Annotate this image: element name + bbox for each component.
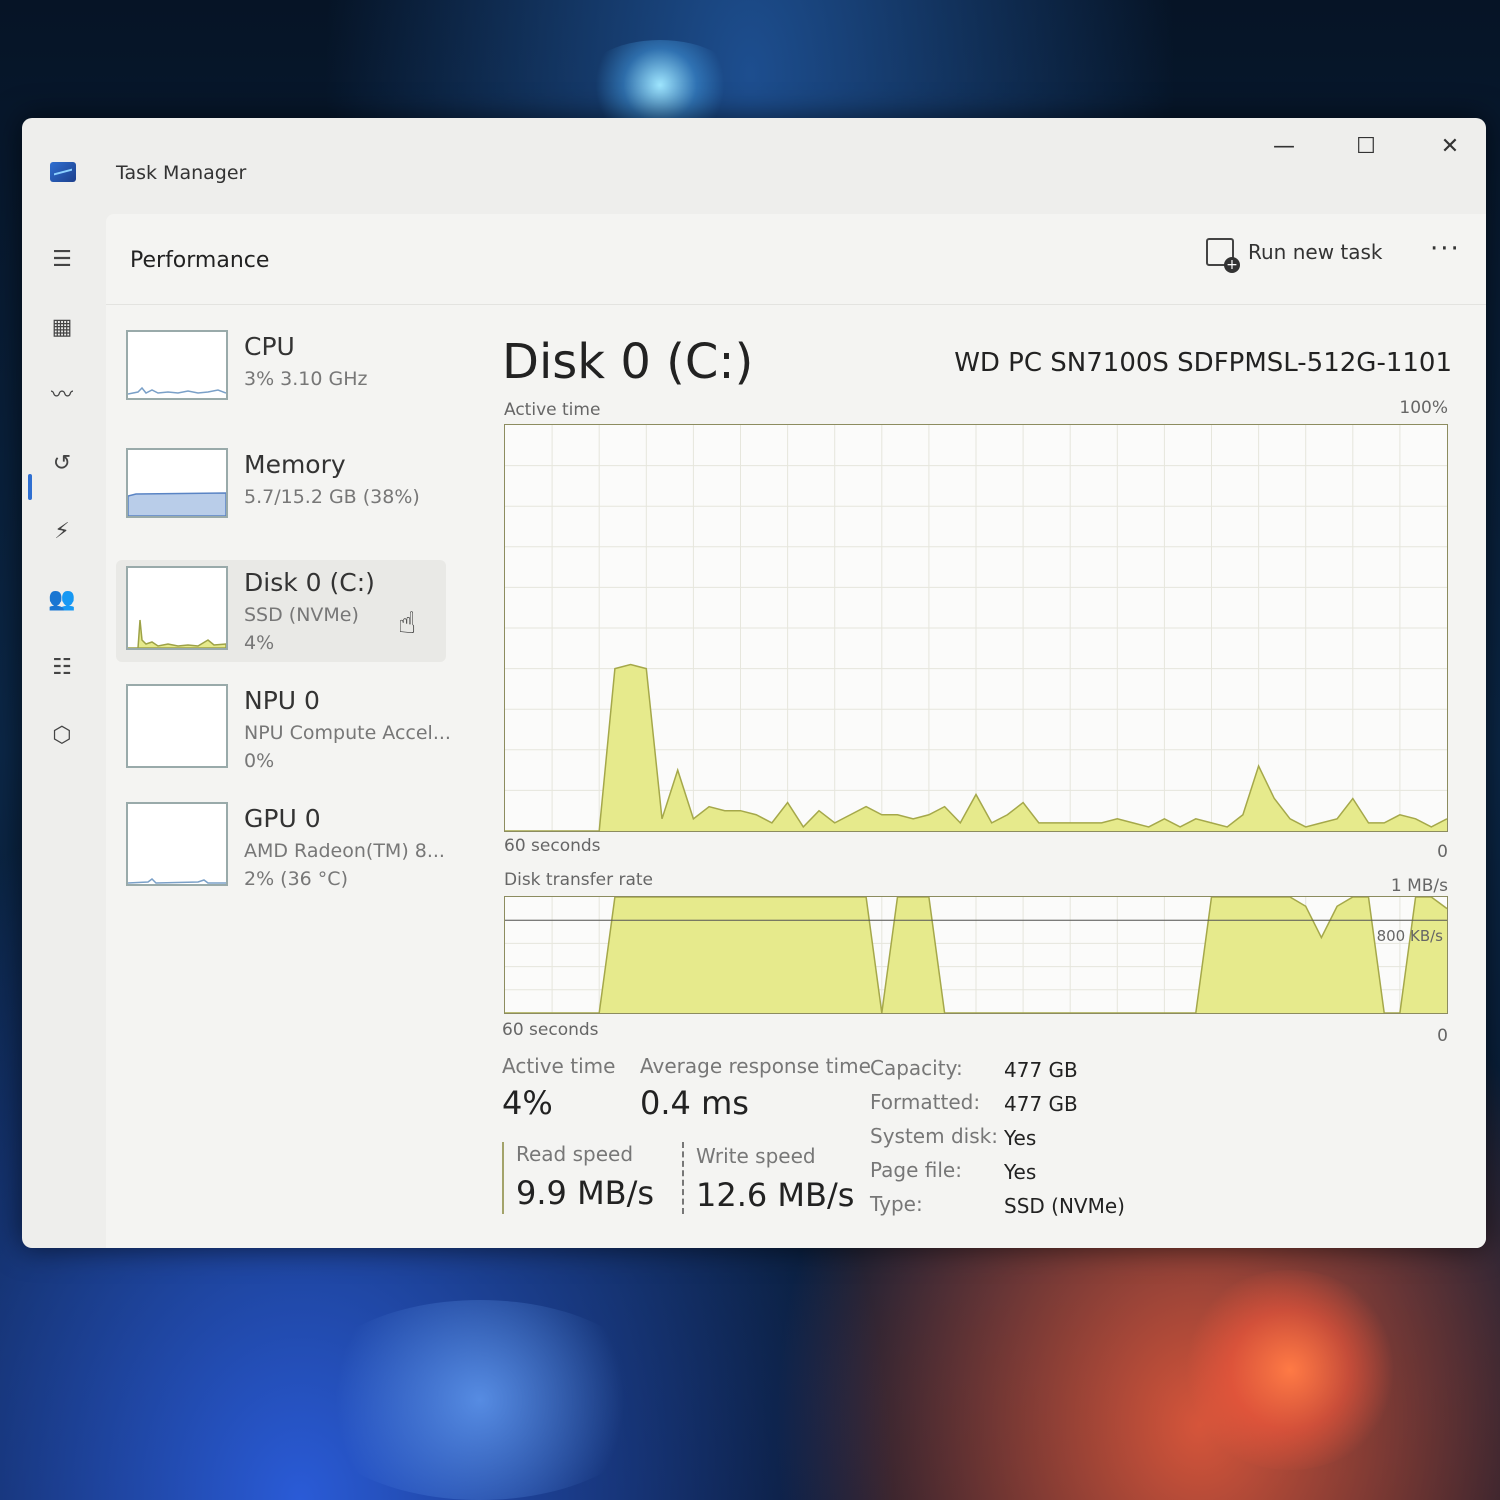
device-name: NPU 0 bbox=[244, 686, 320, 715]
device-name: Memory bbox=[244, 450, 346, 479]
transfer-x-left: 60 seconds bbox=[502, 1020, 599, 1040]
device-npu-0[interactable]: NPU 0 NPU Compute Accel... 0% bbox=[116, 678, 451, 780]
run-new-task-label: Run new task bbox=[1248, 240, 1383, 264]
disk-model: WD PC SN7100S SDFPMSL-512G-1101 bbox=[954, 348, 1452, 378]
disk-title: Disk 0 (C:) bbox=[502, 334, 754, 390]
close-button[interactable]: ✕ bbox=[1430, 132, 1470, 162]
type-value: SSD (NVMe) bbox=[1004, 1194, 1125, 1218]
device-name: CPU bbox=[244, 332, 295, 361]
details-icon[interactable]: ☷ bbox=[44, 650, 80, 686]
transfer-max-label: 1 MB/s bbox=[1390, 876, 1448, 896]
services-icon[interactable]: ⬡ bbox=[44, 718, 80, 754]
users-icon[interactable]: 👥 bbox=[44, 582, 80, 618]
nav-active-indicator bbox=[28, 474, 32, 500]
task-manager-app-icon bbox=[50, 162, 76, 182]
run-new-task-button[interactable]: Run new task bbox=[1206, 238, 1383, 273]
minimize-button[interactable]: — bbox=[1264, 132, 1304, 162]
device-list: CPU 3% 3.10 GHz Memory 5.7/15.2 GB (38%)… bbox=[116, 324, 451, 914]
write-speed-label: Write speed bbox=[696, 1144, 816, 1168]
device-name: Disk 0 (C:) bbox=[244, 568, 375, 597]
formatted-label: Formatted: bbox=[870, 1090, 981, 1114]
device-subtitle: 5.7/15.2 GB (38%) bbox=[244, 486, 420, 508]
window-title: Task Manager bbox=[116, 162, 247, 184]
more-options-button[interactable]: ··· bbox=[1430, 234, 1461, 264]
device-usage: 0% bbox=[244, 750, 275, 772]
active-time-stat-label: Active time bbox=[502, 1054, 616, 1078]
read-speed-marker bbox=[502, 1142, 504, 1214]
transfer-mid-label: 800 KB/s bbox=[1376, 927, 1443, 945]
page-title: Performance bbox=[130, 248, 270, 273]
hand-cursor-icon: ☝ bbox=[398, 606, 417, 641]
write-speed-marker bbox=[682, 1142, 684, 1214]
write-speed-value: 12.6 MB/s bbox=[696, 1176, 855, 1214]
processes-icon[interactable]: ▦ bbox=[44, 310, 80, 346]
main-content: Performance Run new task ··· CPU 3% 3.10… bbox=[106, 214, 1486, 1248]
device-cpu[interactable]: CPU 3% 3.10 GHz bbox=[116, 324, 446, 426]
active-time-graph bbox=[504, 424, 1448, 832]
transfer-graph-label: Disk transfer rate bbox=[504, 870, 653, 890]
device-subtitle: NPU Compute Accel... bbox=[244, 722, 451, 744]
title-bar[interactable]: Task Manager — ☐ ✕ bbox=[22, 118, 1486, 208]
device-usage: 2% (36 °C) bbox=[244, 868, 348, 890]
read-speed-label: Read speed bbox=[516, 1142, 634, 1166]
npu-thumbnail bbox=[126, 684, 228, 768]
active-time-graph-label: Active time bbox=[504, 400, 601, 420]
avg-response-label: Average response time bbox=[640, 1054, 871, 1078]
page-file-value: Yes bbox=[1004, 1160, 1037, 1184]
active-time-max-label: 100% bbox=[1399, 398, 1448, 418]
active-time-x-right: 0 bbox=[1437, 842, 1448, 862]
system-disk-label: System disk: bbox=[870, 1124, 998, 1148]
performance-icon[interactable]: 〰 bbox=[44, 378, 80, 414]
formatted-value: 477 GB bbox=[1004, 1092, 1078, 1116]
device-usage: 4% bbox=[244, 632, 275, 654]
device-name: GPU 0 bbox=[244, 804, 321, 833]
cpu-thumbnail bbox=[126, 330, 228, 400]
task-manager-window: Task Manager — ☐ ✕ ☰ ▦ 〰 ↺ ⚡ 👥 ☷ ⬡ ⚙ Per… bbox=[22, 118, 1486, 1248]
read-speed-value: 9.9 MB/s bbox=[516, 1174, 655, 1212]
nav-rail: ☰ ▦ 〰 ↺ ⚡ 👥 ☷ ⬡ ⚙ bbox=[22, 208, 102, 1248]
memory-thumbnail bbox=[126, 448, 228, 518]
device-disk-0[interactable]: Disk 0 (C:) SSD (NVMe) 4% ☝ bbox=[116, 560, 446, 662]
hamburger-menu-icon[interactable]: ☰ bbox=[44, 242, 80, 278]
avg-response-value: 0.4 ms bbox=[640, 1084, 749, 1122]
disk-thumbnail bbox=[126, 566, 228, 650]
capacity-value: 477 GB bbox=[1004, 1058, 1078, 1082]
device-subtitle: AMD Radeon(TM) 8... bbox=[244, 840, 445, 862]
device-gpu-0[interactable]: GPU 0 AMD Radeon(TM) 8... 2% (36 °C) bbox=[116, 796, 446, 898]
maximize-button[interactable]: ☐ bbox=[1346, 132, 1386, 162]
page-header: Performance Run new task ··· bbox=[106, 214, 1486, 305]
disk-detail-panel: Disk 0 (C:) WD PC SN7100S SDFPMSL-512G-1… bbox=[502, 324, 1452, 1224]
transfer-rate-graph: 800 KB/s bbox=[504, 896, 1448, 1014]
active-time-x-left: 60 seconds bbox=[504, 836, 601, 856]
type-label: Type: bbox=[870, 1192, 923, 1216]
page-file-label: Page file: bbox=[870, 1158, 962, 1182]
transfer-x-right: 0 bbox=[1437, 1026, 1448, 1046]
device-subtitle: SSD (NVMe) bbox=[244, 604, 359, 626]
run-new-task-icon bbox=[1206, 238, 1240, 273]
gpu-thumbnail bbox=[126, 802, 228, 886]
capacity-label: Capacity: bbox=[870, 1056, 963, 1080]
device-memory[interactable]: Memory 5.7/15.2 GB (38%) bbox=[116, 442, 446, 544]
system-disk-value: Yes bbox=[1004, 1126, 1037, 1150]
active-time-stat-value: 4% bbox=[502, 1084, 553, 1122]
app-history-icon[interactable]: ↺ bbox=[44, 446, 80, 482]
device-subtitle: 3% 3.10 GHz bbox=[244, 368, 368, 390]
startup-apps-icon[interactable]: ⚡ bbox=[44, 514, 80, 550]
